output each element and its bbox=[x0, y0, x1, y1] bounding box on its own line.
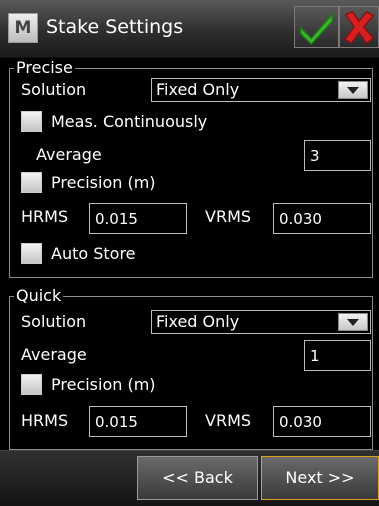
quick-legend: Quick bbox=[14, 286, 64, 306]
precise-average-label: Average bbox=[36, 145, 102, 164]
quick-precision-label: Precision (m) bbox=[51, 375, 156, 394]
quick-average-input[interactable]: 1 bbox=[304, 340, 371, 371]
meas-continuously-checkbox[interactable] bbox=[21, 111, 42, 132]
title-bar: M Stake Settings bbox=[0, 0, 379, 58]
quick-hrms-label: HRMS bbox=[21, 411, 69, 430]
precise-vrms-value: 0.030 bbox=[279, 210, 322, 228]
precise-precision-label: Precision (m) bbox=[51, 173, 156, 192]
quick-average-value: 1 bbox=[310, 347, 320, 365]
quick-hrms-value: 0.015 bbox=[95, 413, 138, 431]
quick-solution-label: Solution bbox=[21, 312, 87, 331]
precise-solution-dropdown[interactable]: Fixed Only bbox=[151, 78, 371, 102]
precise-average-value: 3 bbox=[310, 147, 320, 165]
precise-precision-checkbox[interactable] bbox=[21, 172, 42, 193]
quick-vrms-label: VRMS bbox=[205, 411, 252, 430]
precise-hrms-label: HRMS bbox=[21, 207, 69, 226]
chevron-down-icon bbox=[338, 313, 368, 331]
footer-bar: << Back Next >> bbox=[0, 450, 379, 506]
precise-solution-value: Fixed Only bbox=[156, 80, 240, 99]
precise-hrms-input[interactable]: 0.015 bbox=[89, 203, 187, 234]
auto-store-checkbox[interactable] bbox=[21, 243, 42, 264]
next-button[interactable]: Next >> bbox=[261, 456, 379, 500]
window-title: Stake Settings bbox=[46, 16, 184, 38]
app-logo-icon: M bbox=[8, 13, 38, 43]
quick-vrms-input[interactable]: 0.030 bbox=[273, 406, 371, 437]
quick-average-label: Average bbox=[21, 345, 87, 364]
auto-store-label: Auto Store bbox=[51, 244, 136, 263]
ok-button[interactable] bbox=[294, 6, 339, 48]
chevron-down-icon bbox=[338, 81, 368, 99]
close-button[interactable] bbox=[339, 6, 379, 48]
precise-legend: Precise bbox=[14, 58, 75, 78]
red-x-icon bbox=[343, 10, 375, 45]
meas-continuously-label: Meas. Continuously bbox=[51, 112, 208, 131]
quick-vrms-value: 0.030 bbox=[279, 413, 322, 431]
precise-hrms-value: 0.015 bbox=[95, 210, 138, 228]
green-check-icon bbox=[300, 12, 333, 46]
quick-precision-checkbox[interactable] bbox=[21, 374, 42, 395]
quick-hrms-input[interactable]: 0.015 bbox=[89, 406, 187, 437]
back-button[interactable]: << Back bbox=[137, 456, 258, 500]
precise-average-input[interactable]: 3 bbox=[304, 140, 371, 171]
precise-solution-label: Solution bbox=[21, 80, 87, 99]
precise-vrms-label: VRMS bbox=[205, 207, 252, 226]
settings-panel: Precise Solution Fixed Only Meas. Contin… bbox=[0, 58, 379, 450]
precise-vrms-input[interactable]: 0.030 bbox=[273, 203, 371, 234]
quick-solution-value: Fixed Only bbox=[156, 312, 240, 331]
quick-solution-dropdown[interactable]: Fixed Only bbox=[151, 310, 371, 334]
